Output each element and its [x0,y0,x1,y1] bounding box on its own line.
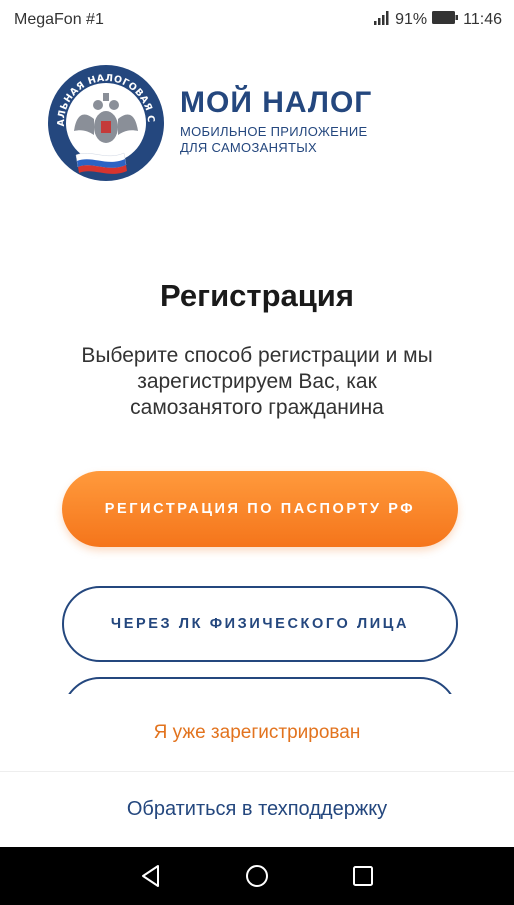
already-registered-link[interactable]: Я уже зарегистрирован [0,722,514,744]
register-via-personal-account-button[interactable]: ЧЕРЕЗ ЛК ФИЗИЧЕСКОГО ЛИЦА [62,586,458,662]
page-title: Регистрация [160,278,354,313]
home-circle-icon[interactable] [243,862,271,890]
battery-icon [432,11,459,29]
app-title: МОЙ НАЛОГ [180,85,373,119]
divider [0,771,514,772]
app-subtitle-line1: МОБИЛЬНОЕ ПРИЛОЖЕНИЕ [180,123,368,139]
page-description: Выберите способ регистрации и мы зарегис… [81,344,433,419]
signal-icon [374,10,390,30]
app-subtitle-line2: ДЛЯ САМОЗАНЯТЫХ [180,139,317,155]
carrier-label: MegaFon #1 [14,11,104,28]
back-triangle-icon[interactable] [137,862,165,890]
recents-square-icon[interactable] [349,862,377,890]
clock: 11:46 [463,11,502,28]
logo-text: МОЙ НАЛОГ МОБИЛЬНОЕ ПРИЛОЖЕНИЕ ДЛЯ САМОЗ… [180,86,372,156]
registration-screen: MegaFon #1 91% 11:46 АЛЬНАЯ НАЛОГОВАЯ С … [0,0,514,905]
battery-percent: 91% [395,11,428,28]
support-link[interactable]: Обратиться в техподдержку [0,798,514,821]
app-logo: ФЕДЕРАЛЬНАЯ НАЛОГОВАЯ СЛУЖБА МОЙ НАЛОГ М… [46,57,372,190]
status-bar: MegaFon #1 91% 11:46 [0,0,514,40]
status-indicators: 91% 11:46 [374,10,502,30]
register-by-passport-button[interactable]: РЕГИСТРАЦИЯ ПО ПАСПОРТУ РФ [62,471,458,547]
system-navigation-bar [0,847,514,905]
fns-emblem-icon: ФЕДЕРАЛЬНАЯ НАЛОГОВАЯ СЛУЖБА [46,57,164,181]
